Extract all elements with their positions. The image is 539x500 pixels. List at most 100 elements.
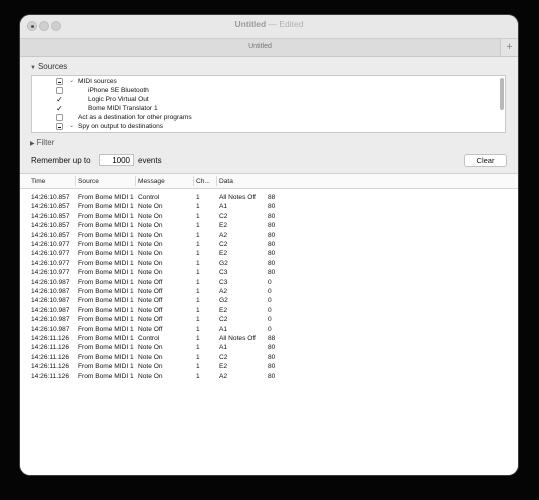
table-cell: G2	[219, 297, 228, 305]
table-cell: From Bome MIDI 1	[78, 288, 134, 295]
add-tab-button[interactable]: +	[500, 39, 518, 56]
table-cell: 1	[196, 231, 200, 239]
table-row[interactable]: 14:26:11.126 From Bome MIDI 1 Note On 1 A1 80	[20, 343, 518, 352]
table-row[interactable]: 14:26:10.987 From Bome MIDI 1 Note Off 1 A2 0	[20, 287, 518, 296]
source-item-label: Spy on output to destinations	[78, 123, 164, 130]
column-header[interactable]: Source	[78, 178, 99, 185]
table-cell: 14:26:11.126	[31, 335, 70, 342]
column-header[interactable]: Data	[219, 178, 233, 185]
table-row[interactable]: 14:26:10.857 From Bome MIDI 1 Note On 1 C2 80	[20, 212, 518, 221]
disclosure-triangle-open-icon: ▼	[30, 65, 36, 71]
column-header[interactable]: Ch...	[196, 178, 210, 185]
clear-button[interactable]: Clear	[464, 154, 507, 167]
source-checkbox[interactable]	[56, 87, 63, 94]
table-cell: From Bome MIDI 1	[78, 269, 134, 277]
source-checkbox[interactable]	[56, 114, 63, 121]
table-cell: Note On	[138, 259, 163, 267]
table-row[interactable]: 14:26:10.977 From Bome MIDI 1 Note On 1 C2 80	[20, 240, 518, 249]
table-cell: 1	[196, 316, 200, 324]
column-separator[interactable]	[75, 176, 76, 186]
table-cell: 1	[196, 306, 200, 314]
table-row[interactable]: 14:26:10.857 From Bome MIDI 1 Note On 1 A1 80	[20, 202, 518, 211]
table-cell: 14:26:10.977	[31, 269, 70, 277]
table-cell: From Bome MIDI 1	[78, 278, 134, 286]
column-separator[interactable]	[135, 176, 136, 186]
table-row[interactable]: 14:26:11.126 From Bome MIDI 1 Note On 1 A2 80	[20, 372, 518, 381]
table-cell: 1	[196, 344, 200, 352]
table-cell: 80	[268, 372, 276, 380]
table-row[interactable]: 14:26:11.126 From Bome MIDI 1 Note On 1 E2 80	[20, 362, 518, 371]
table-row[interactable]: 14:26:10.977 From Bome MIDI 1 Note On 1 C3 80	[20, 268, 518, 277]
table-row[interactable]: 14:26:10.977 From Bome MIDI 1 Note On 1 G2 80	[20, 259, 518, 268]
window-title-text: Untitled	[234, 19, 267, 29]
column-header[interactable]: Time	[31, 178, 45, 185]
column-separator[interactable]	[193, 176, 194, 186]
table-cell: From Bome MIDI 1	[78, 306, 134, 314]
table-cell: Note On	[138, 212, 163, 220]
table-cell: From Bome MIDI 1	[78, 194, 134, 201]
table-header: Time Source Message Ch... Data	[20, 174, 518, 189]
table-cell: From Bome MIDI 1	[78, 316, 134, 324]
table-cell: 14:26:10.857	[31, 203, 70, 211]
midi-monitor-window: Untitled — Edited Untitled + ▼ Sources ⌄ M…	[20, 15, 518, 475]
table-row[interactable]: 14:26:10.987 From Bome MIDI 1 Note Off 1 E2 0	[20, 306, 518, 315]
table-row[interactable]: 14:26:10.987 From Bome MIDI 1 Note Off 1 G2 0	[20, 296, 518, 305]
table-row[interactable]: 14:26:10.987 From Bome MIDI 1 Note Off 1 C2 0	[20, 315, 518, 324]
table-cell: 0	[268, 288, 272, 295]
table-cell: All Notes Off	[219, 335, 256, 342]
table-cell: Note On	[138, 203, 163, 211]
table-cell: From Bome MIDI 1	[78, 372, 134, 380]
table-row[interactable]: 14:26:11.126 From Bome MIDI 1 Note On 1 C2 80	[20, 353, 518, 362]
table-cell: C2	[219, 212, 228, 220]
table-cell: Note Off	[138, 297, 163, 305]
table-cell: 14:26:10.857	[31, 222, 70, 230]
sources-scrollbar[interactable]	[500, 78, 504, 110]
table-row[interactable]: 14:26:10.987 From Bome MIDI 1 Note Off 1 A1 0	[20, 325, 518, 334]
table-cell: 14:26:10.987	[31, 316, 70, 324]
table-row[interactable]: 14:26:10.857 From Bome MIDI 1 Note On 1 E2 80	[20, 221, 518, 230]
source-checkbox[interactable]	[56, 123, 63, 130]
table-row[interactable]: 14:26:11.126 From Bome MIDI 1 Control 1 All …	[20, 334, 518, 343]
table-cell: A2	[219, 231, 228, 239]
table-cell: Note On	[138, 250, 163, 258]
table-cell: From Bome MIDI 1	[78, 297, 134, 305]
table-cell: Note On	[138, 222, 163, 230]
sources-list[interactable]: ⌄ MIDI sources iPhone SE Bluetooth ✓ Logic P…	[31, 75, 506, 133]
table-cell: 14:26:10.987	[31, 278, 70, 286]
table-cell: From Bome MIDI 1	[78, 344, 134, 352]
table-cell: Note Off	[138, 325, 163, 333]
table-cell: Note Off	[138, 306, 163, 314]
column-header[interactable]: Message	[138, 178, 165, 185]
table-cell: 80	[268, 241, 276, 248]
table-cell: 80	[268, 250, 276, 258]
chevron-down-icon[interactable]: ⌄	[69, 77, 74, 86]
source-checkbox[interactable]	[56, 78, 63, 85]
title-bar: Untitled — Edited	[20, 15, 518, 38]
table-cell: 14:26:10.987	[31, 325, 70, 333]
table-cell: Note Off	[138, 316, 163, 324]
table-cell: C2	[219, 316, 228, 324]
table-row[interactable]: 14:26:10.857 From Bome MIDI 1 Note On 1 A2 80	[20, 231, 518, 240]
table-row[interactable]: 14:26:10.977 From Bome MIDI 1 Note On 1 E2 80	[20, 249, 518, 258]
table-cell: E2	[219, 250, 228, 258]
source-checkbox[interactable]: ✓	[56, 96, 63, 104]
tab-untitled[interactable]: Untitled	[20, 43, 500, 50]
table-cell: From Bome MIDI 1	[78, 241, 134, 248]
sources-disclosure[interactable]: ▼ Sources	[30, 62, 67, 71]
table-cell: Note On	[138, 241, 163, 248]
table-cell: 14:26:10.977	[31, 241, 70, 248]
chevron-down-icon[interactable]: ⌄	[69, 122, 74, 131]
table-cell: From Bome MIDI 1	[78, 363, 134, 371]
table-row[interactable]: 14:26:10.857 From Bome MIDI 1 Control 1 All …	[20, 193, 518, 202]
events-table[interactable]: Time Source Message Ch... Data 14:26:10.857 F…	[20, 173, 518, 475]
source-checkbox[interactable]: ✓	[56, 105, 63, 113]
table-cell: A1	[219, 344, 228, 352]
table-cell: All Notes Off	[219, 194, 256, 201]
remember-count-field[interactable]: 1000	[99, 154, 134, 166]
source-item-label: Act as a destination for other programs	[78, 114, 192, 121]
filter-disclosure[interactable]: ▶ Filter	[30, 138, 54, 147]
table-row[interactable]: 14:26:10.987 From Bome MIDI 1 Note Off 1 C3 0	[20, 278, 518, 287]
table-cell: Control	[138, 194, 160, 201]
table-cell: A1	[219, 203, 228, 211]
column-separator[interactable]	[216, 176, 217, 186]
